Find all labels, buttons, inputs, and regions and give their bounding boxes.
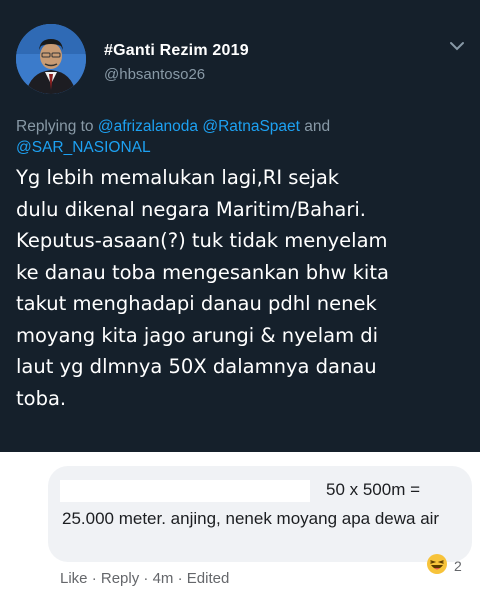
redacted-name <box>60 480 310 502</box>
chevron-down-icon[interactable] <box>446 38 468 54</box>
tweet-body-line: Yg lebih memalukan lagi,RI sejak <box>16 166 340 189</box>
comment-bubble: 50 x 500m = 25.000 meter. anjing, nenek … <box>48 466 472 562</box>
reaction-count: 2 <box>454 558 462 574</box>
reply-prefix: Replying to <box>16 118 94 135</box>
tweet-card: #Ganti Rezim 2019 @hbsantoso26 Replying … <box>0 0 480 452</box>
reaction-summary[interactable]: 2 <box>426 553 462 580</box>
author-handle[interactable]: @hbsantoso26 <box>104 66 205 83</box>
reply-button[interactable]: Reply <box>101 570 139 587</box>
reply-context: Replying to @afrizalanoda @RatnaSpaet an… <box>16 116 456 158</box>
like-button[interactable]: Like <box>60 570 88 587</box>
tweet-body-line: Keputus-asaan(?) tuk tidak menyelam <box>16 229 388 252</box>
tweet-body-line: ke danau toba mengesankan bhw kita <box>16 260 389 284</box>
tweet-body-line: moyang kita jago arungi & nyelam di <box>16 323 379 347</box>
author-name[interactable]: #Ganti Rezim 2019 <box>104 42 249 60</box>
separator: · <box>177 570 183 587</box>
tweet-body: Yg lebih memalukan lagi,RI sejak dulu di… <box>16 162 471 414</box>
comment-first-line: 50 x 500m = <box>326 480 421 499</box>
mention-link[interactable]: @RatnaSpaet <box>202 118 300 135</box>
tweet-body-line: toba. <box>16 386 67 410</box>
separator: · <box>143 570 149 587</box>
comment-time[interactable]: 4m <box>153 570 174 587</box>
haha-emoji-icon <box>426 553 448 580</box>
avatar[interactable] <box>16 24 86 94</box>
comment-section: 50 x 500m = 25.000 meter. anjing, nenek … <box>0 452 480 600</box>
tweet-body-line: dulu dikenal negara Maritim/Bahari. <box>16 197 366 221</box>
reply-and: and <box>304 118 331 135</box>
tweet-body-line: laut yg dlmnya 50X dalamnya danau <box>16 355 377 378</box>
comment-actions: Like · Reply · 4m · Edited <box>60 570 229 587</box>
separator: · <box>91 570 97 587</box>
edited-label[interactable]: Edited <box>187 570 230 587</box>
mention-link[interactable]: @SAR_NASIONAL <box>16 139 151 156</box>
comment-text: 25.000 meter. anjing, nenek moyang apa d… <box>62 509 440 528</box>
mention-link[interactable]: @afrizalanoda <box>98 118 198 135</box>
tweet-body-line: takut menghadapi danau pdhl nenek <box>16 292 377 315</box>
